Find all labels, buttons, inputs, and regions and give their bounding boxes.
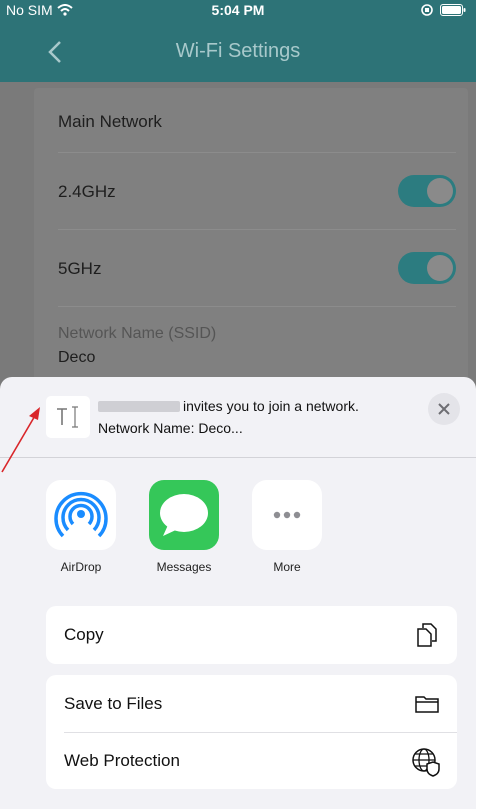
more-label: More [273,560,301,574]
main-network-card: Main Network 2.4GHz 5GHz Network Name (S… [34,88,468,388]
copy-label: Copy [64,625,104,644]
copy-action[interactable]: Copy [46,607,457,663]
band-24-row: 2.4GHz [58,153,456,230]
page-title: Wi-Fi Settings [175,40,301,62]
ssid-row[interactable]: Network Name (SSID) Deco [58,307,456,387]
toggle-knob [427,255,453,281]
band-24-toggle[interactable] [398,175,456,207]
messages-icon [149,480,219,550]
save-to-files-action[interactable]: Save to Files [46,676,457,732]
airdrop-app[interactable]: AirDrop [46,480,116,574]
close-button[interactable] [428,393,460,425]
web-protection-action[interactable]: Web Protection [46,733,457,789]
airdrop-icon [46,480,116,550]
band-24-label: 2.4GHz [58,182,116,201]
save-to-files-label: Save to Files [64,694,163,713]
web-protection-label: Web Protection [64,751,180,770]
folder-icon [415,696,439,713]
band-5-label: 5GHz [58,259,102,278]
globe-shield-icon [412,748,440,777]
share-header: invites you to join a network. Network N… [0,377,476,458]
redacted-name [98,401,180,412]
invite-text: invites you to join a network. [183,398,359,414]
status-bar: No SIM 5:04 PM [0,0,476,22]
nav-bar: Wi-Fi Settings [0,22,476,82]
section-title: Main Network [58,112,162,131]
phone-screen: No SIM 5:04 PM Wi-Fi Settings Main Netwo… [0,0,476,809]
file-actions-group: Save to Files Web Protection [46,675,457,789]
more-icon [252,480,322,550]
copy-icon [417,623,437,647]
close-icon [438,403,450,415]
toggle-knob [427,178,453,204]
text-document-icon [46,396,90,438]
band-5-row: 5GHz [58,230,456,307]
band-5-toggle[interactable] [398,252,456,284]
ssid-label: Network Name (SSID) [58,325,217,342]
orientation-lock-icon [421,4,433,16]
airdrop-label: AirDrop [60,560,102,574]
status-time: 5:04 PM [211,2,265,18]
network-name-text: Network Name: Deco... [98,420,243,436]
copy-group: Copy [46,606,457,664]
ssid-value: Deco [58,349,96,366]
more-app[interactable]: More [252,480,322,574]
messages-label: Messages [156,560,212,574]
section-header-row: Main Network [58,88,456,153]
messages-app[interactable]: Messages [149,480,219,574]
annotation-arrow-icon [1,407,40,473]
battery-icon [440,4,466,16]
